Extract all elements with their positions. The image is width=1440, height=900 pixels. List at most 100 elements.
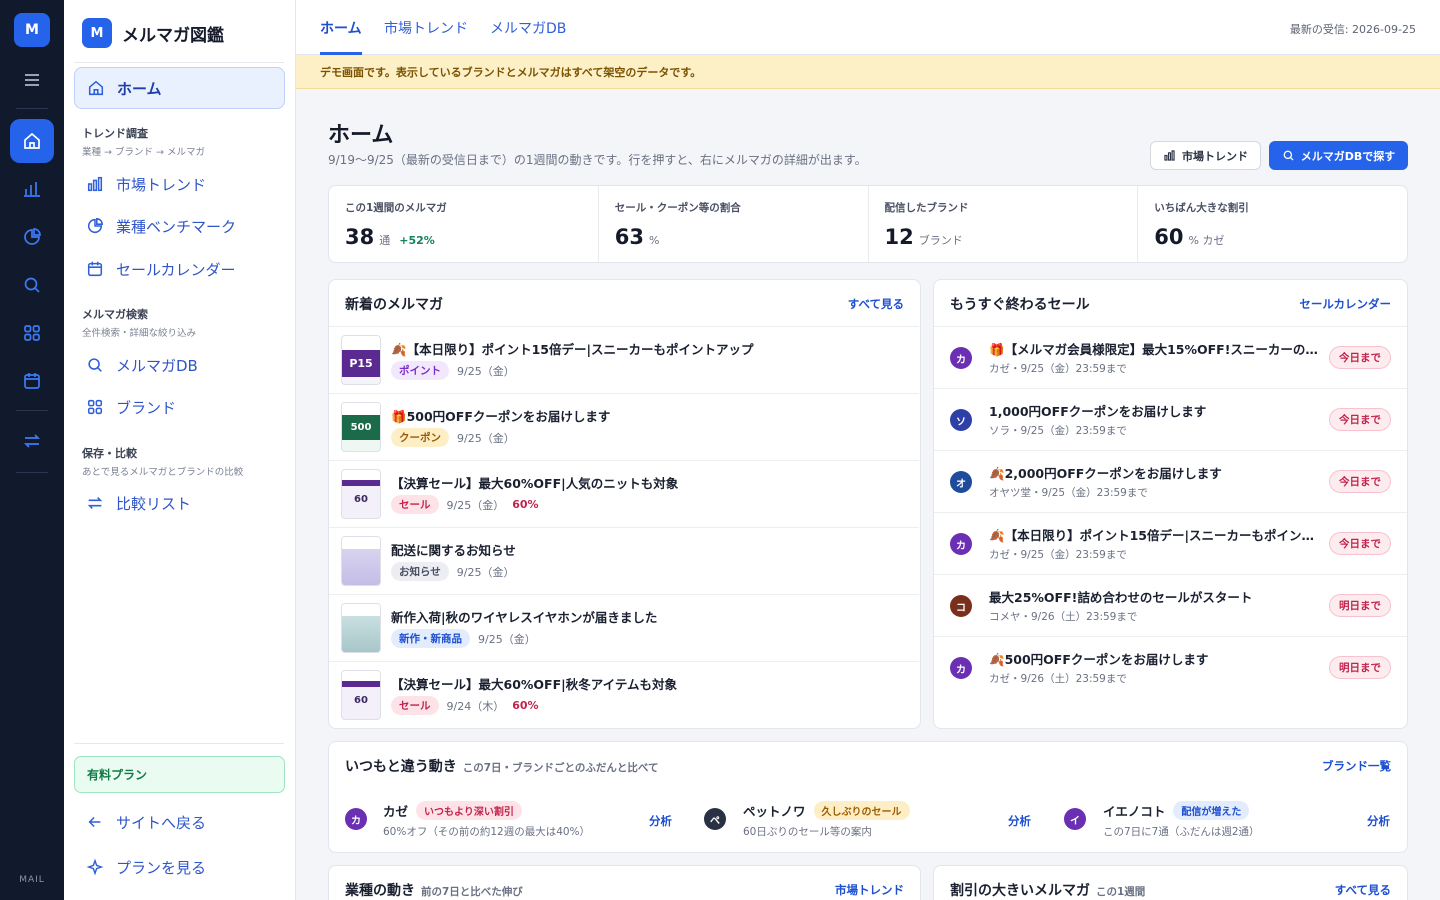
list-item[interactable]: コ 最大25%OFF!詰め合わせのセールがスタート コメヤ・9/26（土）23:… bbox=[934, 574, 1407, 636]
market-trend-button[interactable]: 市場トレンド bbox=[1150, 141, 1261, 170]
deadline-badge: 今日まで bbox=[1329, 532, 1391, 555]
pie-chart-icon bbox=[24, 228, 41, 245]
mail-date: 9/24（木） bbox=[446, 699, 505, 713]
sidebar-item-label: プランを見る bbox=[116, 858, 207, 877]
card-subtitle: この1週間 bbox=[1096, 886, 1146, 898]
sidebar-item-label: メルマガDB bbox=[116, 356, 198, 375]
tab-mail-db[interactable]: メルマガDB bbox=[490, 18, 566, 38]
search-icon bbox=[88, 358, 102, 372]
anomaly-item[interactable]: イ イエノコト 配信が増えた この7日に7通（ふだんは週2通） 分析 bbox=[1049, 786, 1409, 852]
sidebar-section-trend: トレンド調査 業種 → ブランド → メルマガ bbox=[82, 125, 205, 158]
anomaly-item[interactable]: カ カゼ いつもより深い割引 60%オフ（その前の約12週の最大は40%） 分析 bbox=[329, 786, 689, 852]
top-bar: ホーム 市場トレンド メルマガDB 最新の受信: 2026-09-25 bbox=[296, 0, 1440, 55]
mail-thumbnail: 60 bbox=[341, 469, 381, 519]
anomaly-description: 60%オフ（その前の約12週の最大は40%） bbox=[383, 826, 591, 838]
category-tag: 新作・新商品 bbox=[391, 629, 470, 648]
rail-market-button[interactable] bbox=[10, 167, 54, 211]
rail-logo[interactable]: M bbox=[14, 13, 50, 47]
kpi-sale-ratio: セール・クーポン等の割合 63% bbox=[599, 186, 869, 262]
button-label: メルマガDBで探す bbox=[1300, 149, 1396, 163]
sidebar-section-saved: 保存・比較 あとで見るメルマガとブランドの比較 bbox=[82, 445, 243, 478]
sidebar-item-label: ブランド bbox=[116, 398, 177, 417]
kpi-strip: この1週間のメルマガ 38 通 +52% セール・クーポン等の割合 63% 配信した… bbox=[328, 185, 1408, 263]
sidebar-item-mail-db[interactable]: メルマガDB bbox=[74, 345, 285, 385]
section-subtitle: 全件検索・詳細な絞り込み bbox=[82, 328, 197, 339]
table-row[interactable]: 60 【決算セール】最大60%OFF|秋冬アイテムも対象 セール 9/24（木） 6… bbox=[329, 661, 919, 728]
kpi-label: 配信したブランド bbox=[884, 202, 969, 214]
rail-brand-button[interactable] bbox=[10, 311, 54, 355]
table-row[interactable]: 新作入荷|秋のワイヤレスイヤホンが届きました 新作・新商品 9/25（金） bbox=[329, 594, 919, 661]
see-all-link[interactable]: すべて見る bbox=[848, 296, 904, 312]
list-item[interactable]: ソ 1,000円OFFクーポンをお届けします ソラ・9/25（金）23:59まで… bbox=[934, 388, 1407, 450]
sale-deadline: オヤツ堂・9/25（金）23:59まで bbox=[989, 487, 1148, 499]
market-trend-link[interactable]: 市場トレンド bbox=[835, 882, 904, 898]
kpi-unit: 通 bbox=[379, 234, 391, 247]
tab-market-trend[interactable]: 市場トレンド bbox=[384, 18, 468, 38]
sidebar-item-market-trend[interactable]: 市場トレンド bbox=[74, 164, 285, 204]
list-item[interactable]: カ 🍂【本日限り】ポイント15倍デー|スニーカーもポイントアップ カゼ・9/25… bbox=[934, 512, 1407, 574]
rail-calendar-button[interactable] bbox=[10, 359, 54, 403]
rail-footer: MAIL bbox=[19, 875, 45, 885]
card-title: 割引の大きいメルマガ bbox=[950, 883, 1090, 899]
brand-avatar: コ bbox=[950, 595, 972, 617]
list-item[interactable]: カ 🍂500円OFFクーポンをお届けします カゼ・9/26（土）23:59まで … bbox=[934, 636, 1407, 698]
anomaly-tag: 久しぶりのセール bbox=[813, 801, 910, 820]
table-row[interactable]: P15 🍂【本日限り】ポイント15倍デー|スニーカーもポイントアップ ポイント 9… bbox=[329, 326, 919, 393]
table-row[interactable]: 60 【決算セール】最大60%OFF|人気のニットも対象 セール 9/25（金） 6… bbox=[329, 460, 919, 527]
sidebar-item-label: セールカレンダー bbox=[116, 260, 236, 279]
search-db-button[interactable]: メルマガDBで探す bbox=[1269, 141, 1408, 170]
brand-list-link[interactable]: ブランド一覧 bbox=[1322, 758, 1391, 774]
compare-icon bbox=[23, 434, 41, 448]
see-all-link[interactable]: すべて見る bbox=[1335, 882, 1391, 898]
sidebar-item-home[interactable]: ホーム bbox=[74, 67, 285, 109]
sale-calendar-link[interactable]: セールカレンダー bbox=[1299, 296, 1391, 312]
mail-date: 9/25（金） bbox=[456, 565, 515, 579]
arrow-left-icon bbox=[88, 816, 101, 828]
sidebar-item-benchmark[interactable]: 業種ベンチマーク bbox=[74, 206, 285, 246]
sidebar-item-label: 比較リスト bbox=[116, 494, 192, 513]
deadline-badge: 今日まで bbox=[1329, 470, 1391, 493]
rail-benchmark-button[interactable] bbox=[10, 215, 54, 259]
category-tag: セール bbox=[391, 495, 439, 514]
analyze-link[interactable]: 分析 bbox=[1008, 813, 1031, 829]
brand-avatar: カ bbox=[345, 808, 367, 830]
sidebar-item-label: サイトへ戻る bbox=[116, 813, 207, 832]
mail-date: 9/25（金） bbox=[446, 498, 505, 512]
see-plans-link[interactable]: プランを見る bbox=[74, 847, 285, 887]
card-title: いつもと違う動き bbox=[345, 759, 457, 775]
anomaly-item[interactable]: ペ ペットノワ 久しぶりのセール 60日ぶりのセール等の案内 分析 bbox=[689, 786, 1049, 852]
table-row[interactable]: 配送に関するお知らせ お知らせ 9/25（金） bbox=[329, 527, 919, 594]
thumbnail-text: 60 bbox=[354, 493, 368, 505]
analyze-link[interactable]: 分析 bbox=[649, 813, 672, 829]
rail-home-button[interactable] bbox=[10, 119, 54, 163]
rail-search-button[interactable] bbox=[10, 263, 54, 307]
deadline-badge: 今日まで bbox=[1329, 346, 1391, 369]
analyze-link[interactable]: 分析 bbox=[1367, 813, 1390, 829]
sidebar-item-sale-calendar[interactable]: セールカレンダー bbox=[74, 249, 285, 289]
section-title: トレンド調査 bbox=[82, 127, 148, 140]
sidebar-item-brand[interactable]: ブランド bbox=[74, 387, 285, 427]
kpi-value: 38 bbox=[345, 225, 375, 249]
anomaly-tag: 配信が増えた bbox=[1173, 801, 1250, 820]
list-item[interactable]: オ 🍂2,000円OFFクーポンをお届けします オヤツ堂・9/25（金）23:5… bbox=[934, 450, 1407, 512]
brand-avatar: カ bbox=[950, 347, 972, 369]
calendar-icon bbox=[87, 261, 103, 277]
sale-title: 🍂2,000円OFFクーポンをお届けします bbox=[989, 466, 1222, 481]
kpi-label: セール・クーポン等の割合 bbox=[614, 202, 741, 214]
tab-home[interactable]: ホーム bbox=[320, 18, 362, 38]
list-item[interactable]: カ 🎁【メルマガ会員様限定】最大15%OFF!スニーカーのセール カゼ・9/25… bbox=[934, 326, 1407, 388]
sidebar-item-compare-list[interactable]: 比較リスト bbox=[74, 483, 285, 523]
sale-deadline: カゼ・9/25（金）23:59まで bbox=[989, 363, 1127, 375]
search-icon bbox=[1283, 150, 1294, 161]
sale-deadline: カゼ・9/26（土）23:59まで bbox=[989, 673, 1127, 685]
menu-icon[interactable] bbox=[10, 58, 54, 102]
calendar-icon bbox=[24, 373, 40, 389]
sidebar-logo[interactable]: M bbox=[82, 18, 112, 48]
table-row[interactable]: 500 🎁500円OFFクーポンをお届けします クーポン 9/25（金） bbox=[329, 393, 919, 460]
search-icon bbox=[24, 277, 40, 293]
home-icon bbox=[24, 132, 40, 149]
kpi-weekly-mails: この1週間のメルマガ 38 通 +52% bbox=[329, 186, 599, 262]
rail-compare-button[interactable] bbox=[10, 419, 54, 463]
back-to-site-link[interactable]: サイトへ戻る bbox=[74, 802, 285, 842]
card-title: もうすぐ終わるセール bbox=[950, 297, 1090, 313]
